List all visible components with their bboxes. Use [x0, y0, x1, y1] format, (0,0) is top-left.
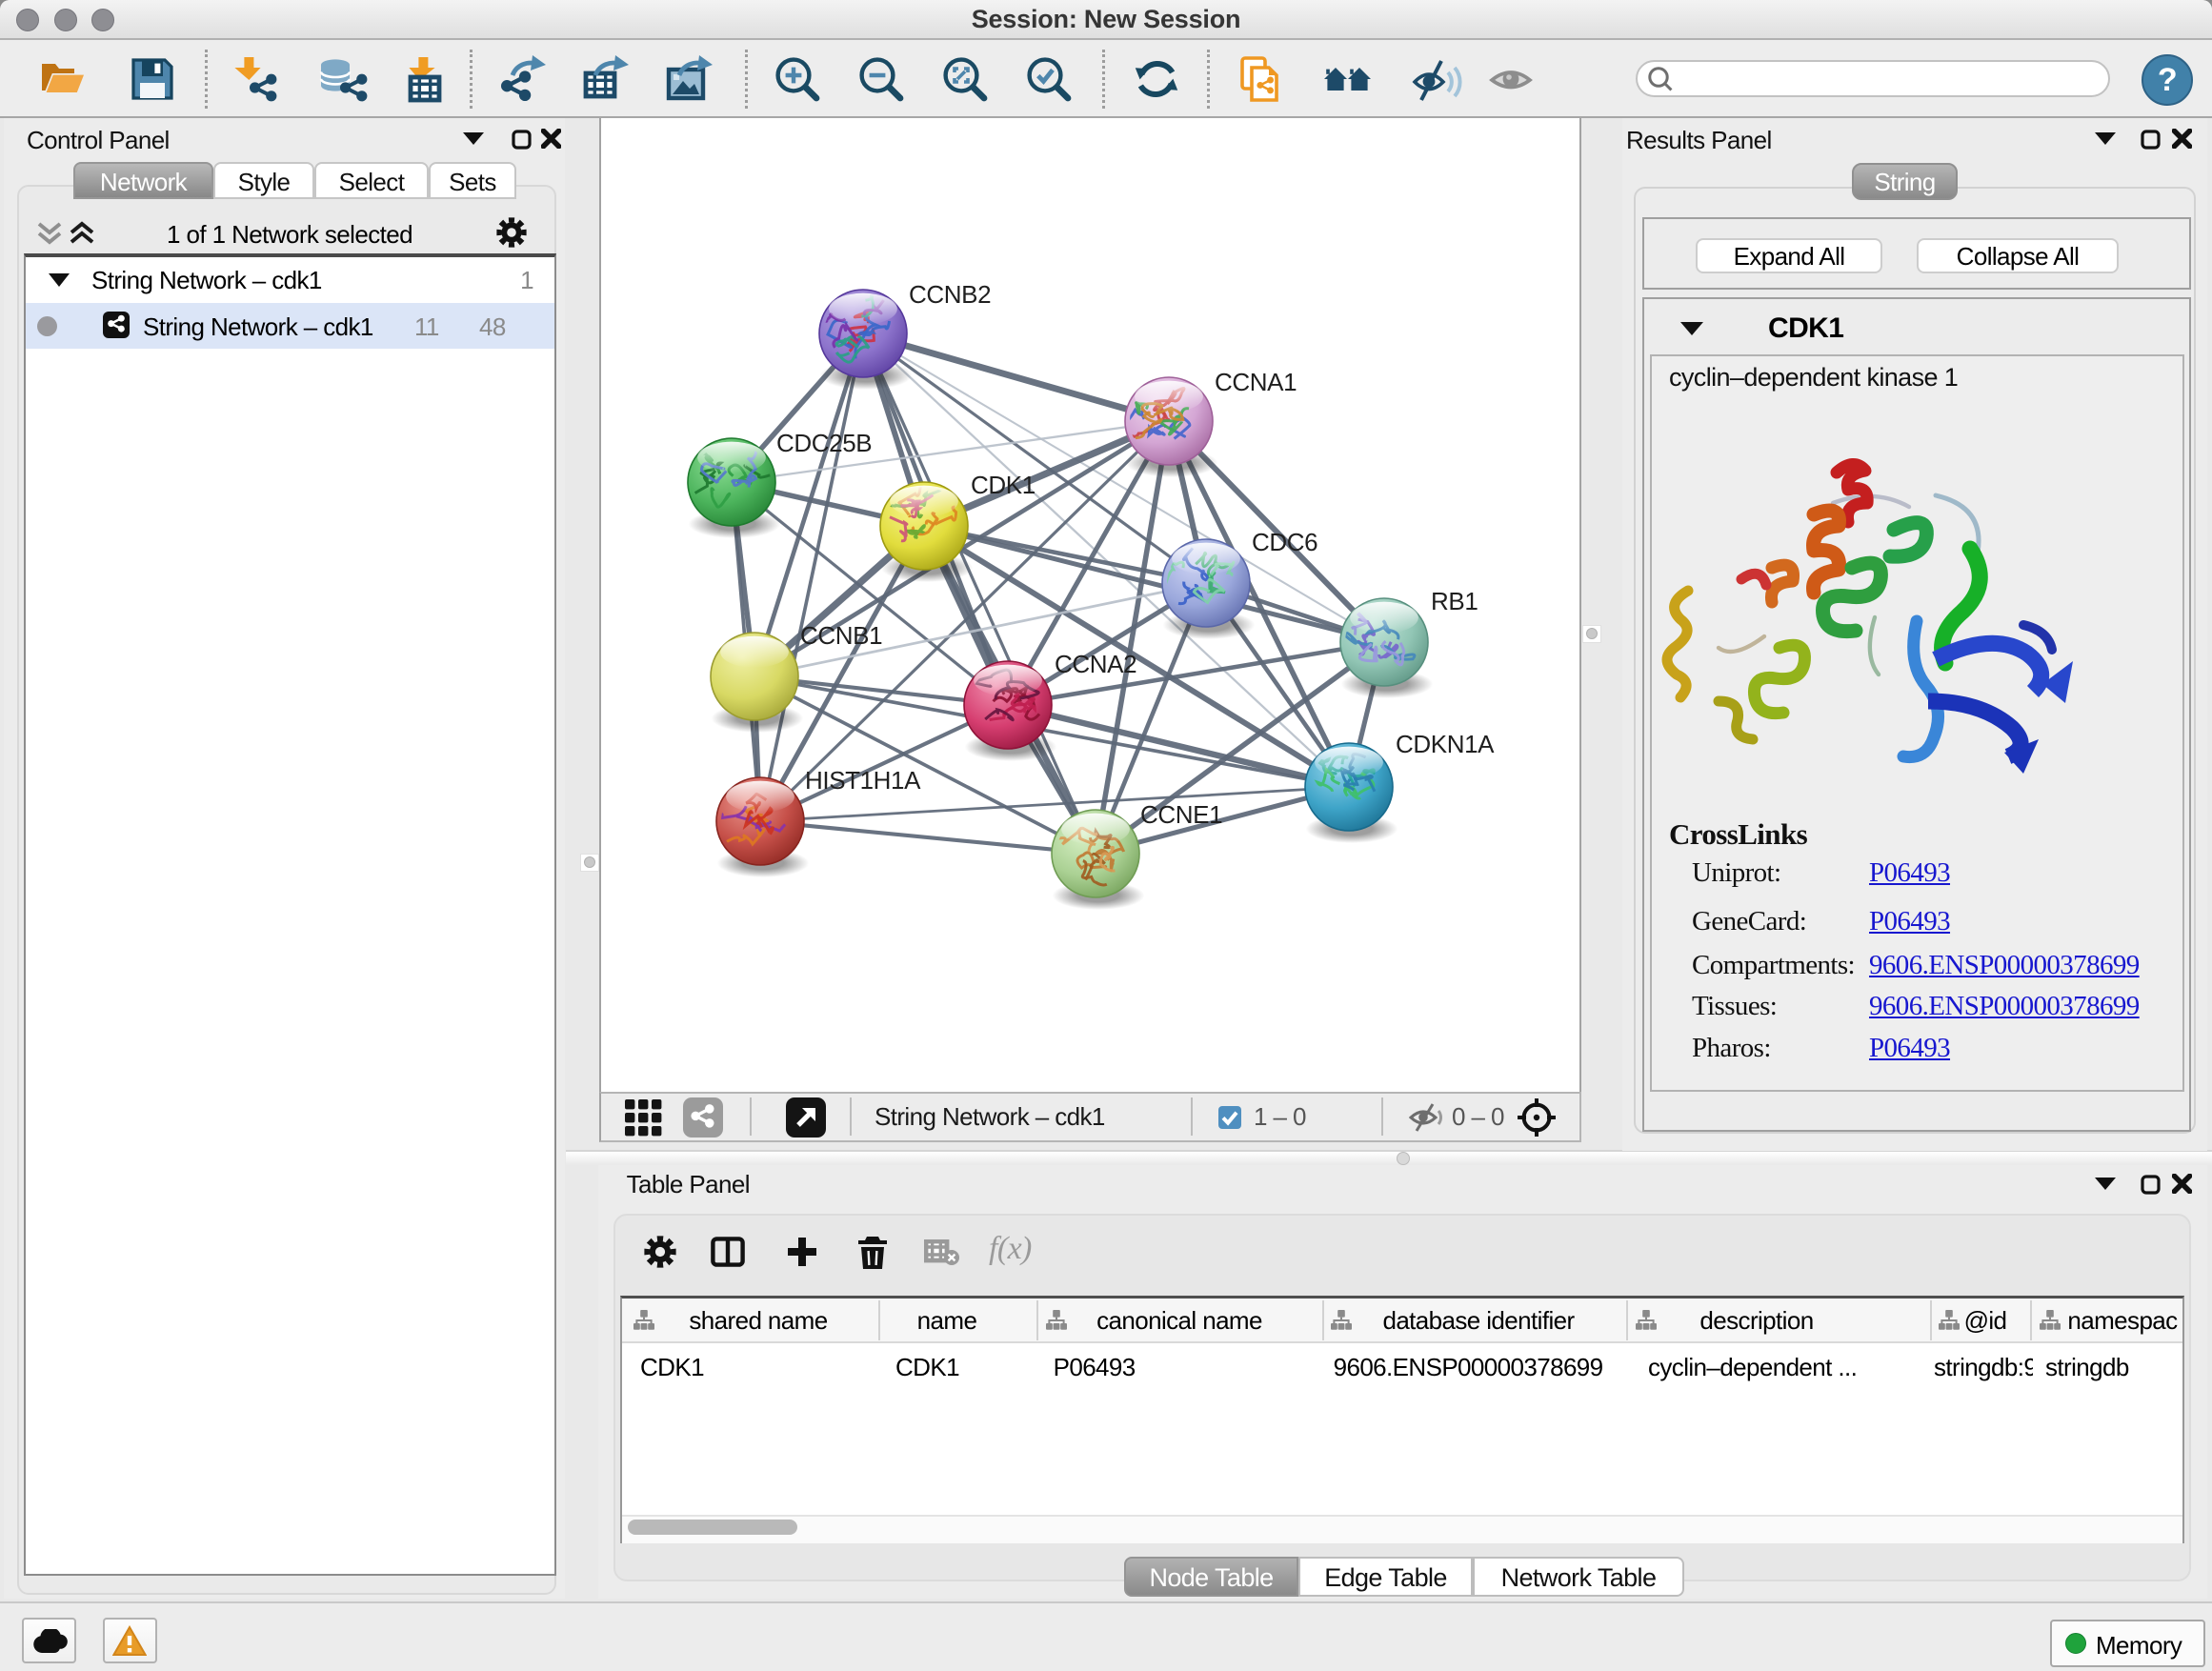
- svg-text:CCNE1: CCNE1: [1140, 800, 1222, 829]
- svg-text:RB1: RB1: [1431, 587, 1478, 615]
- svg-text:CCNB2: CCNB2: [909, 280, 991, 309]
- svg-text:CDKN1A: CDKN1A: [1396, 730, 1495, 758]
- svg-text:CCNA1: CCNA1: [1215, 368, 1297, 396]
- svg-text:CDC25B: CDC25B: [776, 429, 872, 457]
- svg-text:CDC6: CDC6: [1252, 528, 1317, 556]
- svg-text:CCNA2: CCNA2: [1055, 650, 1136, 678]
- svg-text:CCNB1: CCNB1: [800, 621, 882, 650]
- svg-text:CDK1: CDK1: [971, 471, 1036, 499]
- svg-text:HIST1H1A: HIST1H1A: [805, 766, 921, 795]
